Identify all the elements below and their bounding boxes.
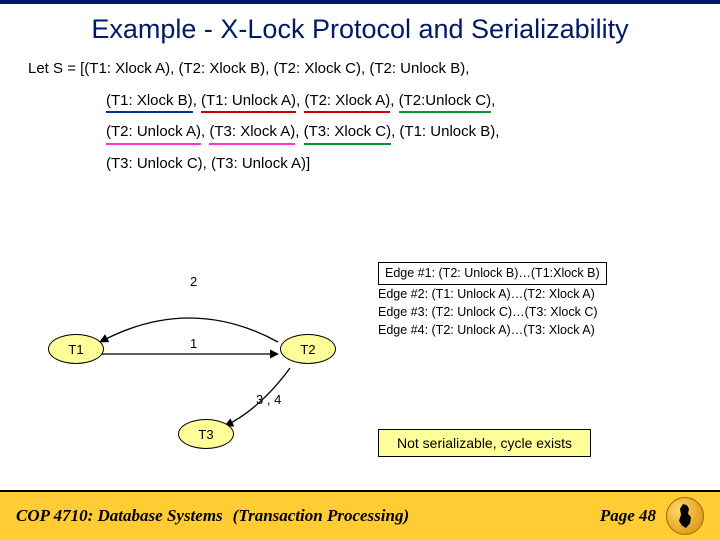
legend-edge-2: Edge #2: (T1: Unlock A)…(T2: Xlock A) <box>378 285 708 303</box>
edge-label-3-4: 3 , 4 <box>256 392 281 407</box>
seg-t3-xlock-c: (T3: Xlock C) <box>304 122 392 142</box>
node-t2: T2 <box>280 334 336 364</box>
edge-label-2: 2 <box>190 274 197 289</box>
seg-t2-unlock-c: (T2:Unlock C) <box>399 91 492 111</box>
schedule-text: Let S = [(T1: Xlock A), (T2: Xlock B), (… <box>0 45 720 173</box>
sched-prefix: Let S = [ <box>28 60 84 77</box>
slide-footer: COP 4710: Database Systems (Transaction … <box>0 490 720 540</box>
footer-course: COP 4710: Database Systems <box>16 506 223 526</box>
seg-t2-xlock-a: (T2: Xlock A) <box>304 91 390 111</box>
footer-page: Page 48 <box>600 506 656 526</box>
graph-diagram: T1 T2 T3 2 1 3 , 4 Edge #1: (T2: Unlock … <box>0 254 720 474</box>
node-t1: T1 <box>48 334 104 364</box>
sched-line-3: (T2: Unlock A), (T3: Xlock A), (T3: Xloc… <box>28 122 692 142</box>
node-t3: T3 <box>178 419 234 449</box>
ucf-logo-icon <box>666 497 704 535</box>
result-box: Not serializable, cycle exists <box>378 429 591 457</box>
seg-t3-xlock-a: (T3: Xlock A) <box>209 122 295 142</box>
edge-label-1: 1 <box>190 336 197 351</box>
legend-edge-4: Edge #4: (T2: Unlock A)…(T3: Xlock A) <box>378 321 708 339</box>
sched-l1-rest: (T1: Xlock A), (T2: Xlock B), (T2: Xlock… <box>84 60 469 77</box>
seg-t1-xlock-b: (T1: Xlock B) <box>106 91 193 111</box>
seg-t2-unlock-a: (T2: Unlock A) <box>106 122 201 142</box>
sched-line-1: Let S = [(T1: Xlock A), (T2: Xlock B), (… <box>28 59 692 79</box>
slide-title: Example - X-Lock Protocol and Serializab… <box>0 4 720 45</box>
edge-legend: Edge #1: (T2: Unlock B)…(T1:Xlock B) Edg… <box>378 262 708 340</box>
legend-edge-1: Edge #1: (T2: Unlock B)…(T1:Xlock B) <box>378 262 607 285</box>
seg-t1-unlock-a: (T1: Unlock A) <box>201 91 296 111</box>
seg-l3-rest: , (T1: Unlock B), <box>391 123 499 140</box>
footer-topic: (Transaction Processing) <box>233 506 409 526</box>
sched-line-2: (T1: Xlock B), (T1: Unlock A), (T2: Xloc… <box>28 91 692 111</box>
sched-line-4: (T3: Unlock C), (T3: Unlock A)] <box>28 154 692 174</box>
legend-edge-3: Edge #3: (T2: Unlock C)…(T3: Xlock C) <box>378 303 708 321</box>
